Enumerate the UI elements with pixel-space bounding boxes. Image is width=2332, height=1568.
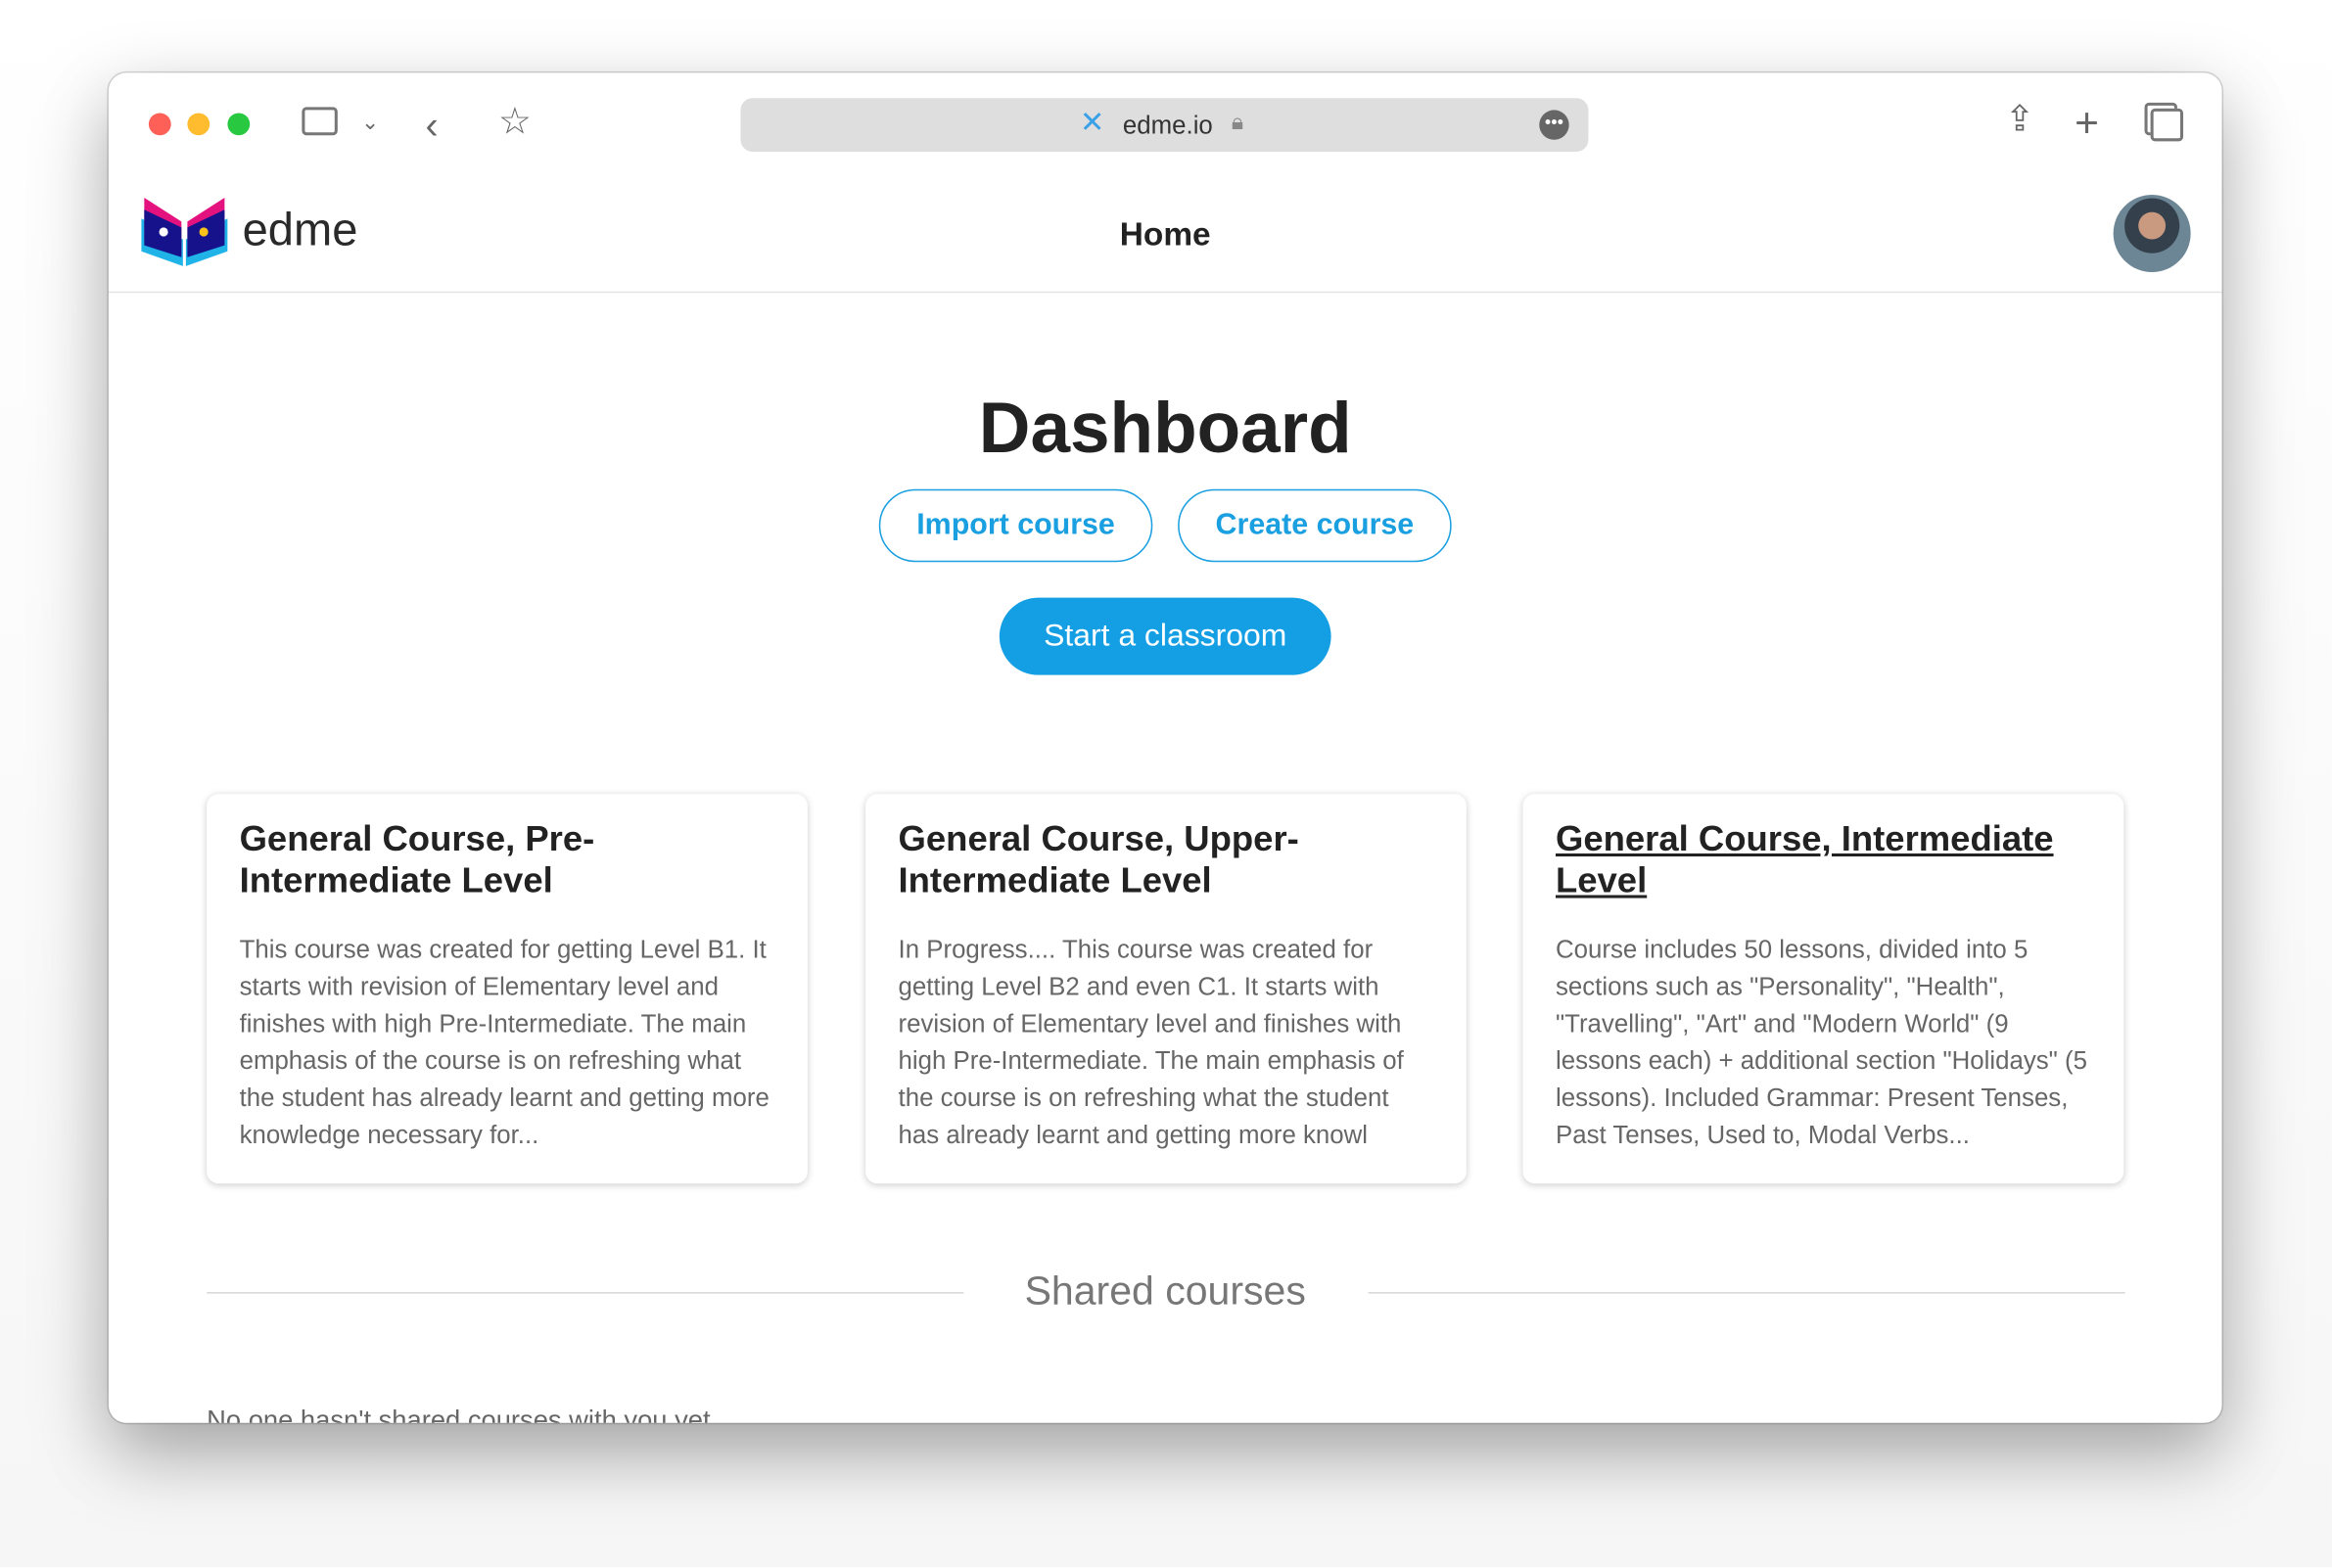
close-window-button[interactable] [148, 113, 171, 136]
start-classroom-button[interactable]: Start a classroom [999, 597, 1331, 675]
more-icon[interactable]: ••• [1539, 110, 1569, 140]
nav-title: Home [1119, 215, 1211, 254]
browser-toolbar: ⌄ ‹ ☆ ✕ edme.io 🔒︎ ••• ⇪ + [109, 72, 2222, 179]
sidebar-icon[interactable] [302, 107, 338, 136]
import-course-button[interactable]: Import course [878, 488, 1153, 563]
shared-courses-heading: Shared courses [1024, 1268, 1306, 1314]
shared-empty-message: No one hasn't shared courses with you ye… [207, 1405, 711, 1423]
maximize-window-button[interactable] [227, 113, 251, 136]
course-description: In Progress.... This course was created … [898, 935, 1404, 1150]
app-header: edme Home [108, 180, 2222, 294]
course-title[interactable]: General Course, Upper-Intermediate Level [899, 819, 1434, 902]
star-icon[interactable]: ☆ [498, 104, 532, 141]
course-card[interactable]: General Course, Upper-Intermediate Level… [865, 794, 1467, 1183]
minimize-window-button[interactable] [187, 113, 210, 136]
site-favicon-icon: ✕ [1079, 107, 1105, 140]
course-card[interactable]: General Course, Pre-Intermediate Level T… [207, 794, 808, 1183]
share-icon[interactable]: ⇪ [2005, 102, 2035, 138]
chevron-down-icon[interactable]: ⌄ [361, 112, 379, 132]
plus-icon[interactable]: + [2075, 102, 2099, 145]
url-text: edme.io [1122, 111, 1213, 140]
user-avatar[interactable] [2113, 195, 2191, 272]
course-title[interactable]: General Course, Intermediate Level [1556, 819, 2091, 902]
lock-icon: 🔒︎ [1231, 110, 1243, 136]
course-description: This course was created for getting Leve… [239, 935, 770, 1150]
course-description: Course includes 50 lessons, divided into… [1555, 935, 2088, 1150]
course-title[interactable]: General Course, Pre-Intermediate Level [240, 819, 775, 902]
address-bar[interactable]: ✕ edme.io 🔒︎ ••• [740, 98, 1589, 152]
tabs-icon[interactable] [2150, 108, 2184, 142]
create-course-button[interactable]: Create course [1178, 488, 1452, 563]
course-card[interactable]: General Course, Intermediate Level Cours… [1523, 794, 2124, 1183]
page-title: Dashboard [978, 390, 1352, 469]
back-icon[interactable]: ‹ [425, 106, 438, 144]
browser-window: ⌄ ‹ ☆ ✕ edme.io 🔒︎ ••• ⇪ + edme Home Das… [108, 72, 2222, 1423]
